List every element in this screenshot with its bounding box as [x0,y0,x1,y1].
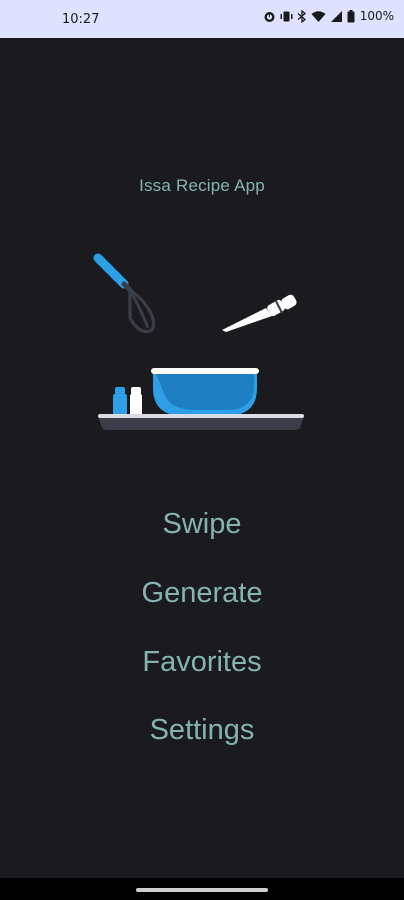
alarm-icon [264,11,275,22]
bluetooth-icon [297,9,306,23]
kitchen-illustration [93,253,304,430]
battery-icon [347,9,355,22]
vibrate-icon [280,11,293,21]
status-time: 10:27 [62,12,100,27]
battery-level: 100% [359,9,394,23]
signal-icon [330,10,342,22]
app-title: Issa Recipe App [139,176,265,195]
menu-item-generate[interactable]: Generate [0,577,404,610]
tray-icon [98,414,304,430]
menu-item-favorites[interactable]: Favorites [0,646,404,679]
thermometer-icon [222,294,297,332]
status-icons: 100% [263,9,394,23]
menu-item-settings[interactable]: Settings [0,714,404,747]
status-bar: 10:27 100% [0,0,404,38]
menu-item-swipe[interactable]: Swipe [0,508,404,541]
system-nav-bar [0,878,404,900]
gesture-handle[interactable] [136,888,268,892]
whisk-icon [93,253,156,334]
shakers-icon [113,387,142,416]
wifi-icon [311,10,326,22]
bowl-icon [151,368,259,416]
